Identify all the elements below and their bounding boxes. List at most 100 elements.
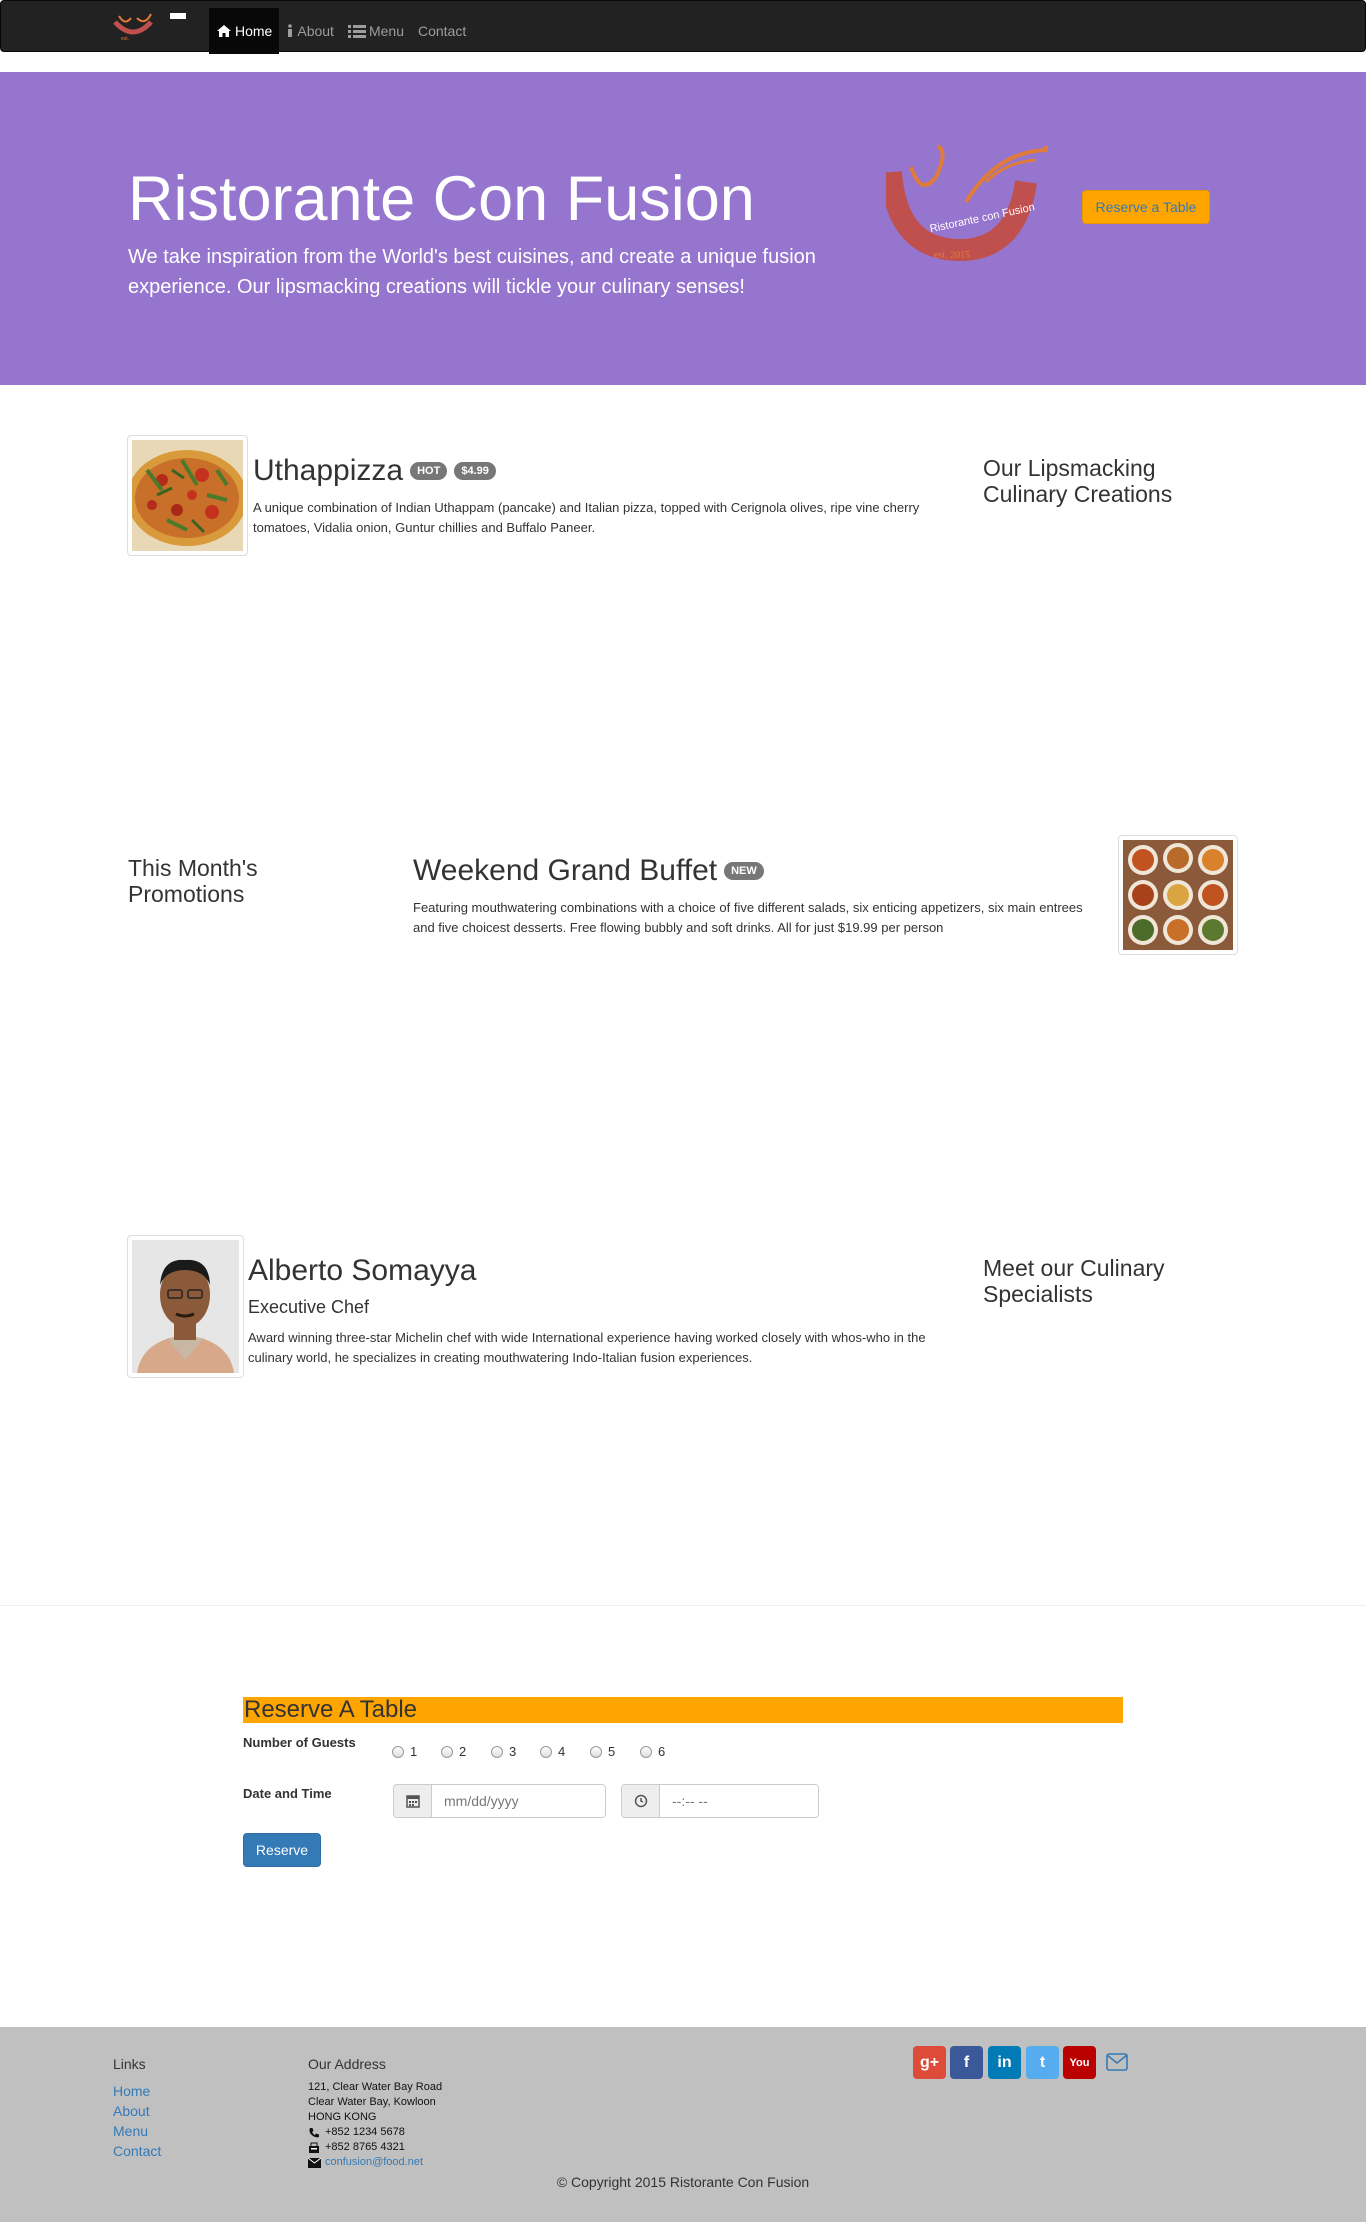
guest-option-4[interactable]: 4 — [540, 1744, 565, 1759]
chef-side-heading: Meet our Culinary Specialists — [983, 1255, 1165, 1307]
footer-links-heading: Links — [113, 2056, 146, 2072]
email-line: confusion@food.net — [308, 2155, 442, 2170]
mail-icon[interactable] — [1106, 2053, 1128, 2076]
home-icon — [216, 24, 232, 38]
section-divider — [0, 1605, 1366, 1606]
dish-side-heading: Our Lipsmacking Culinary Creations — [983, 455, 1173, 507]
chef-name-row: Alberto Somayya — [248, 1254, 476, 1288]
hero-subtitle: We take inspiration from the World's bes… — [128, 246, 816, 298]
guest-option-3[interactable]: 3 — [491, 1744, 516, 1759]
fax-icon — [308, 2142, 322, 2154]
dish-thumbnail — [127, 435, 248, 556]
time-input-group: --:-- -- — [621, 1784, 819, 1818]
facebook-icon[interactable]: f — [950, 2046, 983, 2079]
radio-circle[interactable] — [441, 1745, 453, 1758]
fax-number: +852 8765 4321 — [325, 2141, 405, 2153]
fax-line: +852 8765 4321 — [308, 2140, 442, 2155]
dish-description: A unique combination of Indian Uthappam … — [253, 500, 920, 535]
time-input[interactable]: --:-- -- — [660, 1785, 818, 1817]
promotion-title-row: Weekend Grand Buffet NEW — [413, 854, 764, 888]
radio-circle[interactable] — [640, 1745, 652, 1758]
svg-text:est.: est. — [121, 36, 129, 42]
reserve-table-button[interactable]: Reserve a Table — [1082, 190, 1210, 224]
hero-title: Ristorante Con Fusion — [128, 164, 755, 234]
nav-menu-label: Menu — [368, 23, 404, 39]
guest-option-6[interactable]: 6 — [640, 1744, 665, 1759]
nav-home[interactable]: Home — [209, 8, 280, 54]
nav-contact[interactable]: Contact — [411, 8, 473, 54]
copyright: © Copyright 2015 Ristorante Con Fusion — [556, 2174, 810, 2190]
nav-contact-label: Contact — [417, 23, 467, 39]
twitter-icon[interactable]: t — [1026, 2046, 1059, 2079]
youtube-icon[interactable]: You — [1063, 2046, 1096, 2079]
calendar-icon — [394, 1785, 432, 1817]
price-badge: $4.99 — [454, 462, 496, 480]
date-input[interactable]: mm/dd/yyyy — [432, 1785, 605, 1817]
guest-option-label: 4 — [558, 1744, 566, 1759]
main-nav: Home About Menu Contact — [209, 8, 473, 54]
phone-icon — [308, 2127, 322, 2139]
radio-circle[interactable] — [491, 1745, 503, 1758]
phone-line: +852 1234 5678 — [308, 2125, 442, 2140]
restaurant-logo-icon: Ristorante con Fusion est. 2015 — [886, 144, 1048, 262]
list-icon — [347, 24, 366, 38]
reservation-title: Reserve A Table — [243, 1697, 1123, 1723]
pizza-image — [127, 440, 247, 551]
guest-option-label: 6 — [658, 1744, 666, 1759]
linkedin-icon[interactable]: in — [988, 2046, 1021, 2079]
hot-badge: HOT — [410, 462, 448, 480]
clock-icon — [622, 1785, 660, 1817]
address-line: 121, Clear Water Bay Road — [308, 2081, 443, 2093]
nav-menu[interactable]: Menu — [341, 8, 411, 54]
jumbotron: Ristorante Con Fusion We take inspiratio… — [0, 72, 1366, 385]
radio-circle[interactable] — [590, 1745, 602, 1758]
navbar-toggle-icon[interactable] — [170, 13, 186, 19]
buffet-image — [1123, 840, 1233, 950]
info-icon — [286, 24, 294, 38]
chef-role: Executive Chef — [248, 1297, 370, 1317]
chef-name: Alberto Somayya — [248, 1254, 477, 1287]
new-badge: NEW — [724, 862, 764, 880]
guests-label: Number of Guests — [243, 1735, 356, 1750]
guest-option-label: 1 — [410, 1744, 418, 1759]
promotion-side-heading: This Month's Promotions — [128, 855, 258, 907]
date-input-group: mm/dd/yyyy — [393, 1784, 606, 1818]
chef-description: Award winning three-star Michelin chef w… — [248, 1330, 926, 1365]
footer-link-contact[interactable]: Contact — [113, 2143, 161, 2159]
guest-option-2[interactable]: 2 — [441, 1744, 466, 1759]
guest-option-label: 2 — [459, 1744, 467, 1759]
nav-about-label: About — [297, 23, 334, 39]
dish-title: Uthappizza — [253, 454, 404, 487]
chef-thumbnail — [127, 1235, 244, 1378]
footer-address: 121, Clear Water Bay Road Clear Water Ba… — [308, 2080, 442, 2170]
footer-address-heading: Our Address — [308, 2056, 386, 2072]
guest-option-1[interactable]: 1 — [392, 1744, 417, 1759]
reserve-submit-button[interactable]: Reserve — [243, 1833, 321, 1867]
radio-circle[interactable] — [392, 1745, 404, 1758]
svg-text:est. 2015: est. 2015 — [934, 250, 970, 261]
datetime-label: Date and Time — [243, 1786, 332, 1801]
footer-link-menu[interactable]: Menu — [113, 2123, 148, 2139]
guest-option-label: 3 — [509, 1744, 517, 1759]
nav-home-label: Home — [235, 23, 273, 39]
email-link[interactable]: confusion@food.net — [325, 2155, 423, 2170]
footer-link-home[interactable]: Home — [113, 2083, 150, 2099]
phone-number: +852 1234 5678 — [325, 2126, 405, 2138]
logo-icon[interactable]: est. — [111, 12, 155, 42]
nav-about[interactable]: About — [279, 8, 341, 54]
guest-option-5[interactable]: 5 — [590, 1744, 615, 1759]
dish-title-row: Uthappizza HOT $4.99 — [253, 454, 496, 488]
address-line: Clear Water Bay, Kowloon — [308, 2096, 436, 2108]
navbar: est. Home About Menu Contact — [0, 0, 1366, 54]
promotion-description: Featuring mouthwatering combinations wit… — [413, 900, 1083, 935]
guest-option-label: 5 — [608, 1744, 616, 1759]
promotion-thumbnail — [1118, 835, 1238, 955]
google-plus-icon[interactable]: g+ — [913, 2046, 946, 2079]
footer — [0, 2027, 1366, 2222]
chef-photo — [132, 1240, 239, 1373]
promotion-title: Weekend Grand Buffet — [413, 854, 718, 887]
address-line: HONG KONG — [308, 2111, 377, 2123]
radio-circle[interactable] — [540, 1745, 552, 1758]
footer-link-about[interactable]: About — [113, 2103, 150, 2119]
envelope-icon — [308, 2157, 322, 2168]
